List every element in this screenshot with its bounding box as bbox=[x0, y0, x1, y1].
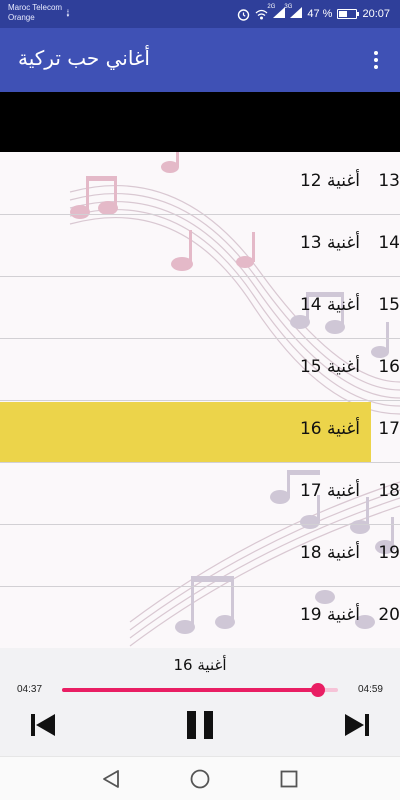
song-number: 18 bbox=[378, 481, 400, 501]
status-bar: Maroc Telecom Orange ⭭ 2G 3G 47 % 20:07 bbox=[0, 0, 400, 28]
total-time: 04:59 bbox=[357, 684, 383, 695]
now-playing-title: أغنية 16 bbox=[173, 656, 227, 674]
song-title: أغنية 19 bbox=[299, 605, 360, 625]
song-title: أغنية 16 bbox=[299, 419, 360, 439]
skip-next-icon[interactable] bbox=[342, 710, 372, 740]
song-number: 17 bbox=[378, 419, 400, 439]
seek-bar[interactable] bbox=[62, 683, 338, 697]
back-triangle-icon[interactable] bbox=[99, 767, 123, 791]
carrier-line-2: Orange bbox=[8, 13, 35, 22]
battery-percent: 47 % bbox=[307, 8, 333, 20]
overflow-menu-icon[interactable] bbox=[366, 46, 386, 74]
song-number: 13 bbox=[378, 171, 400, 191]
clock: 20:07 bbox=[362, 8, 390, 20]
system-nav-bar bbox=[0, 756, 400, 800]
media-player: أغنية 16 04:37 04:59 bbox=[0, 648, 400, 756]
song-title: أغنية 17 bbox=[299, 481, 360, 501]
app-bar: أغاني حب تركية bbox=[0, 28, 400, 92]
song-row[interactable]: أغنية 12 13 bbox=[0, 154, 400, 215]
song-number: 19 bbox=[378, 543, 400, 563]
song-number: 15 bbox=[378, 295, 400, 315]
home-circle-icon[interactable] bbox=[188, 767, 212, 791]
carrier-label: Maroc Telecom Orange bbox=[8, 3, 62, 23]
ad-banner bbox=[0, 92, 400, 152]
recents-square-icon[interactable] bbox=[277, 767, 301, 791]
song-row[interactable]: أغنية 19 20 bbox=[0, 588, 400, 648]
network-type-1: 2G bbox=[267, 4, 276, 10]
alarm-icon bbox=[238, 8, 250, 21]
song-number: 14 bbox=[378, 233, 400, 253]
song-row[interactable]: أغنية 14 15 bbox=[0, 278, 400, 339]
song-title: أغنية 12 bbox=[299, 171, 360, 191]
pause-icon[interactable] bbox=[185, 710, 215, 740]
usb-icon: ⭭ bbox=[66, 7, 70, 20]
song-number: 20 bbox=[378, 605, 400, 625]
skip-previous-icon[interactable] bbox=[28, 710, 58, 740]
network-type-2: 3G bbox=[284, 4, 293, 10]
song-row[interactable]: أغنية 13 14 bbox=[0, 216, 400, 277]
song-title: أغنية 15 bbox=[299, 357, 360, 377]
carrier-line-1: Maroc Telecom bbox=[8, 3, 63, 12]
song-list: أغنية 12 13 أغنية 13 14 أغنية 14 15 أغنية 15 16… bbox=[0, 152, 400, 648]
song-row[interactable]: أغنية 16 17 bbox=[0, 402, 400, 463]
song-title: أغنية 14 bbox=[299, 295, 360, 315]
app-title: أغاني حب تركية bbox=[18, 46, 150, 70]
song-row[interactable]: أغنية 15 16 bbox=[0, 340, 400, 401]
song-row[interactable]: أغنية 17 18 bbox=[0, 464, 400, 525]
signal-icon-2: 3G bbox=[284, 4, 303, 21]
battery-level bbox=[339, 11, 347, 17]
seek-thumb[interactable] bbox=[310, 683, 325, 697]
song-title: أغنية 13 bbox=[299, 233, 360, 253]
status-icons: 2G 3G 47 % 20:07 bbox=[237, 4, 390, 24]
song-title: أغنية 18 bbox=[299, 543, 360, 563]
seek-progress bbox=[62, 688, 318, 692]
song-number: 16 bbox=[378, 357, 400, 377]
battery-icon bbox=[337, 9, 360, 19]
elapsed-time: 04:37 bbox=[17, 684, 43, 695]
song-row[interactable]: أغنية 18 19 bbox=[0, 526, 400, 587]
